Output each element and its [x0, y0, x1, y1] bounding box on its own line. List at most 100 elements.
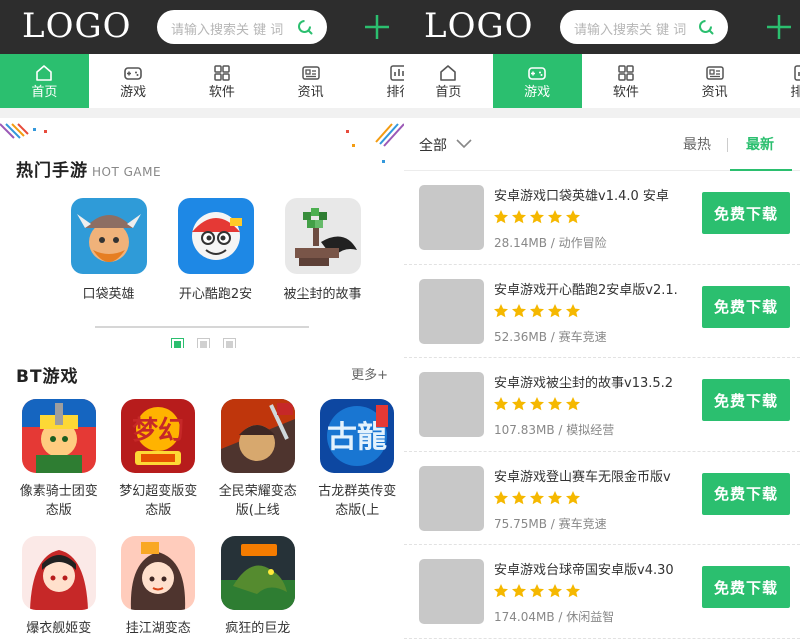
- divider: [727, 138, 728, 152]
- hot-games-list: 口袋英雄 开心酷跑2安 被尘封的故事: [55, 198, 376, 302]
- home-icon: [36, 64, 53, 81]
- section-title: BT游戏: [16, 367, 79, 387]
- free-download-button[interactable]: 免费下载: [702, 192, 790, 234]
- star-icon: [566, 210, 580, 224]
- app-thumbnail[interactable]: [419, 559, 484, 624]
- sort-hottest-tab[interactable]: 最热: [683, 134, 711, 154]
- game-name: 挂江湖变态: [125, 621, 191, 636]
- menghuan-icon[interactable]: 梦幻: [121, 399, 196, 473]
- viking-hero-icon[interactable]: [70, 198, 147, 274]
- free-download-button[interactable]: 免费下载: [702, 472, 790, 515]
- jianghu-girl-icon[interactable]: [121, 536, 196, 610]
- free-download-button[interactable]: 免费下载: [702, 285, 790, 328]
- bt-game-item[interactable]: 古龍 古龙群英传变态版(上: [308, 399, 405, 536]
- hot-game-item[interactable]: 被尘封的故事: [269, 198, 376, 302]
- app-meta: 174.04MB / 休闲益智: [494, 608, 614, 625]
- logo[interactable]: LOGO: [22, 6, 132, 46]
- star-icon: [548, 210, 562, 224]
- nav-tab-4[interactable]: 排行: [355, 54, 404, 108]
- hot-game-item[interactable]: 开心酷跑2安: [162, 198, 269, 302]
- star-icon: [494, 303, 508, 317]
- app-thumbnail[interactable]: [419, 185, 484, 250]
- game-name: 像素骑士团变态版: [19, 484, 98, 518]
- star-icon: [494, 397, 508, 411]
- game-name: 梦幻超变版变态版: [119, 484, 198, 518]
- bt-games-section: BT游戏 更多+ 像素骑士团变态版 梦幻梦幻超变版变态版 全民荣耀变态版(上线 古龍古…: [0, 348, 404, 642]
- game-name: 口袋英雄: [82, 287, 135, 302]
- search-icon[interactable]: [698, 19, 714, 35]
- star-rating: [493, 303, 581, 319]
- app-title[interactable]: 安卓游戏被尘封的故事v13.5.2: [494, 372, 690, 391]
- star-icon: [566, 584, 580, 598]
- app-meta: 28.14MB / 动作冒险: [494, 234, 607, 251]
- main-nav: 首页 游戏 软件 资讯 排行: [0, 54, 404, 108]
- nav-tab-4[interactable]: 排行: [759, 54, 800, 108]
- game-name: 全民荣耀变态版(上线: [218, 484, 297, 518]
- news-icon: [301, 65, 320, 80]
- bt-game-item[interactable]: 疯狂的巨龙: [208, 536, 308, 642]
- bt-game-item[interactable]: 像素骑士团变态版: [9, 399, 109, 536]
- star-icon: [512, 303, 526, 317]
- search-icon[interactable]: [297, 19, 313, 35]
- bt-game-item[interactable]: 梦幻梦幻超变版变态版: [109, 399, 209, 536]
- pixel-tree-icon[interactable]: [284, 198, 361, 274]
- sort-newest-tab[interactable]: 最新: [746, 134, 774, 154]
- app-category: 赛车竞速: [558, 329, 607, 344]
- nav-tab-0[interactable]: 首页: [0, 54, 89, 108]
- search-input[interactable]: 请输入搜索关 键 词: [560, 10, 728, 44]
- dragon-icon[interactable]: [220, 536, 295, 610]
- hot-games-header: 热门手游 HOT GAME: [16, 156, 161, 181]
- search-input[interactable]: 请输入搜索关 键 词: [157, 10, 327, 44]
- nav-tab-2[interactable]: 软件: [178, 54, 267, 108]
- nav-tab-3[interactable]: 资讯: [266, 54, 355, 108]
- bt-game-item[interactable]: 爆衣舰姬变: [9, 536, 109, 642]
- gulong-icon[interactable]: 古龍: [320, 399, 395, 473]
- app-category: 模拟经营: [566, 423, 615, 437]
- chevron-down-icon[interactable]: [456, 139, 472, 149]
- star-icon: [548, 303, 562, 317]
- free-download-button[interactable]: 免费下载: [702, 566, 790, 608]
- app-size: 28.14MB: [494, 236, 547, 250]
- app-title[interactable]: 安卓游戏口袋英雄v1.4.0 安卓: [494, 185, 690, 204]
- bt-game-item[interactable]: 全民荣耀变态版(上线: [208, 399, 308, 536]
- bt-game-item[interactable]: 挂江湖变态: [109, 536, 209, 642]
- robot-runner-icon[interactable]: [177, 198, 254, 274]
- app-row[interactable]: 安卓游戏开心酷跑2安卓版v2.1. 52.36MB / 赛车竞速 免费下载: [404, 265, 800, 358]
- plus-icon[interactable]: [766, 14, 792, 40]
- warrior-icon[interactable]: [220, 399, 295, 473]
- star-icon: [548, 397, 562, 411]
- gamepad-icon: [124, 66, 142, 80]
- app-title[interactable]: 安卓游戏开心酷跑2安卓版v2.1.: [494, 279, 690, 298]
- star-icon: [548, 490, 562, 504]
- nav-tab-label: 游戏: [120, 84, 147, 100]
- hot-game-item[interactable]: 口袋英雄: [55, 198, 162, 302]
- app-title[interactable]: 安卓游戏台球帝国安卓版v4.30: [494, 559, 690, 578]
- filter-all[interactable]: 全部: [419, 135, 447, 155]
- meta-separator: /: [546, 516, 559, 531]
- nav-tab-0[interactable]: 首页: [404, 54, 493, 108]
- nav-tab-3[interactable]: 资讯: [670, 54, 759, 108]
- plus-icon[interactable]: [364, 14, 390, 40]
- app-row[interactable]: 安卓游戏台球帝国安卓版v4.30 174.04MB / 休闲益智 免费下载: [404, 545, 800, 639]
- app-category: 休闲益智: [566, 610, 615, 624]
- app-thumbnail[interactable]: [419, 278, 484, 344]
- nav-tab-2[interactable]: 软件: [582, 54, 671, 108]
- star-icon: [530, 210, 544, 224]
- free-download-button[interactable]: 免费下载: [702, 379, 790, 421]
- carousel-track: [95, 326, 309, 328]
- nav-tab-1[interactable]: 游戏: [89, 54, 178, 108]
- app-row[interactable]: 安卓游戏登山赛车无限金币版v 75.75MB / 赛车竞速 免费下载: [404, 452, 800, 545]
- pixel-knight-icon[interactable]: [21, 399, 96, 473]
- app-row[interactable]: 安卓游戏口袋英雄v1.4.0 安卓 28.14MB / 动作冒险 免费下载: [404, 171, 800, 265]
- anime-girl-icon[interactable]: [21, 536, 96, 610]
- app-thumbnail[interactable]: [419, 465, 484, 531]
- app-row[interactable]: 安卓游戏被尘封的故事v13.5.2 107.83MB / 模拟经营 免费下载: [404, 358, 800, 452]
- app-title[interactable]: 安卓游戏登山赛车无限金币版v: [494, 466, 690, 485]
- logo[interactable]: LOGO: [424, 6, 534, 46]
- app-size: 75.75MB: [494, 516, 547, 531]
- more-link[interactable]: 更多+: [351, 364, 388, 383]
- app-thumbnail[interactable]: [419, 372, 484, 437]
- nav-tab-label: 软件: [208, 84, 235, 100]
- app-meta: 52.36MB / 赛车竞速: [494, 328, 607, 345]
- nav-tab-1[interactable]: 游戏: [492, 54, 582, 108]
